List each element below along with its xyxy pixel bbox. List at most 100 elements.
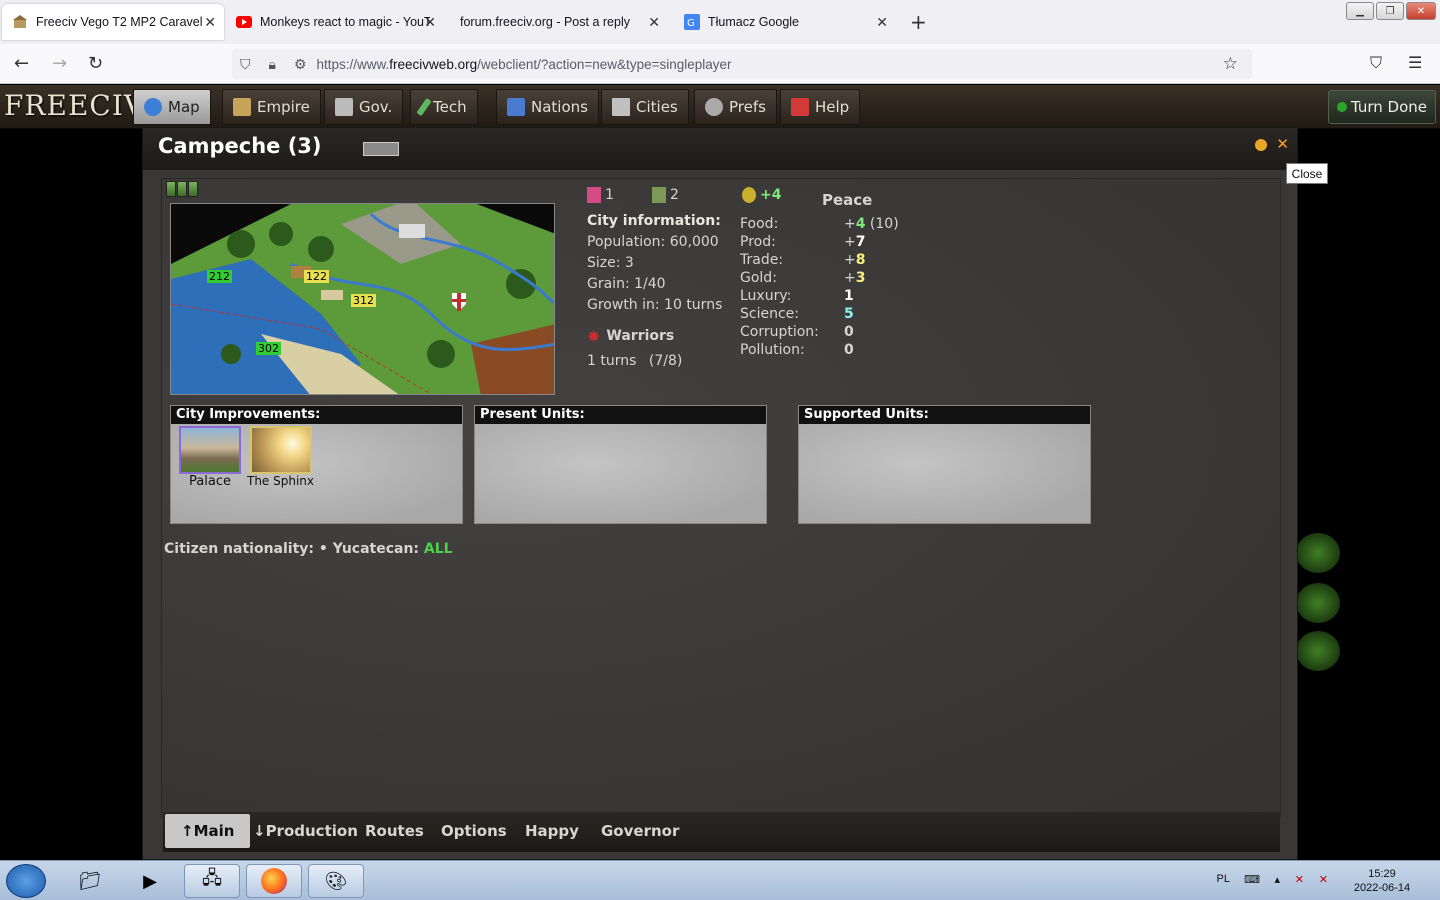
permissions-icon[interactable]: ⚙︎	[294, 56, 307, 73]
city-stats: Food: +4 (10) Prod: +7 Trade: +8 Gold: +3 Luxury…	[740, 215, 904, 359]
volume-muted-icon[interactable]: ✕	[1319, 873, 1328, 886]
new-tab-plus-icon[interactable]: +	[910, 10, 927, 34]
lock-icon[interactable]: 🔒︎	[269, 56, 276, 73]
stat-extra: (10)	[865, 216, 899, 232]
improvement-palace[interactable]: Palace	[179, 426, 241, 489]
supported-units-list	[799, 424, 1090, 523]
close-dialog-button[interactable]: ✕	[1276, 135, 1289, 153]
url-bar[interactable]: ⛉ 🔒︎ ⚙︎ https://www. freecivweb.org/webcl…	[232, 49, 1252, 79]
city-info: City information: Population: 60,000 Siz…	[587, 211, 722, 372]
minimize-dialog-button[interactable]	[1255, 139, 1267, 151]
show-hidden-icons-icon[interactable]: ▴	[1274, 873, 1280, 886]
back-arrow-icon[interactable]: ←	[14, 53, 29, 74]
improvement-sphinx[interactable]: The Sphinx	[247, 426, 314, 488]
menu-tab-label: Cities	[636, 98, 678, 116]
close-tab-icon[interactable]: ✕	[424, 14, 436, 31]
browser-tab-forum[interactable]: forum.freeciv.org - Post a reply ✕	[450, 4, 668, 40]
paint-taskbar-icon[interactable]: 🎨︎	[308, 864, 364, 898]
close-tab-icon[interactable]: ✕	[204, 14, 216, 31]
clock[interactable]: 15:29 2022-06-14	[1350, 867, 1414, 895]
menu-tab-help[interactable]: Help	[780, 89, 861, 125]
nationality-value: ALL	[423, 541, 453, 557]
sphinx-picture-icon	[249, 426, 312, 474]
menu-tab-label: Tech	[433, 98, 467, 116]
explorer-taskbar-icon[interactable]: 📁︎	[62, 864, 118, 898]
stat-row: Prod: +7	[740, 233, 904, 251]
city-map-canvas[interactable]: 212 122 312 302	[170, 203, 555, 395]
citizen-icon[interactable]	[177, 181, 187, 197]
tab-governor[interactable]: Governor	[601, 814, 679, 848]
stat-value: +7	[844, 233, 904, 251]
pocket-icon[interactable]: ⛉	[1370, 53, 1382, 73]
network-error-icon[interactable]: ✕	[1295, 873, 1304, 886]
stat-row: Food: +4 (10)	[740, 215, 904, 233]
globe-icon	[144, 98, 162, 116]
browser-tab-freeciv[interactable]: Freeciv Vego T2 MP2 Caravel ✕	[2, 4, 224, 40]
stat-row: Science: 5	[740, 305, 904, 323]
browser-tab-youtube[interactable]: Monkeys react to magic - YouT ✕	[226, 4, 444, 40]
citizen-nationality: Citizen nationality: • Yucatecan: ALL	[164, 541, 453, 557]
terrain-forest	[1296, 631, 1340, 671]
menu-tab-prefs[interactable]: Prefs	[694, 89, 777, 125]
tab-production[interactable]: ↓Production	[253, 814, 358, 848]
stat-label: Pollution:	[740, 342, 805, 358]
media-player-taskbar-icon[interactable]: ▶	[122, 864, 178, 898]
reload-icon[interactable]: ↻	[88, 53, 103, 74]
stat-label: Gold:	[740, 270, 777, 286]
windows-taskbar: 📁︎ ▶ 🖧 🎨︎ PL ⌨ ▴ ✕ ✕ 15:29 2022-06-14	[0, 860, 1440, 900]
menu-tab-tech[interactable]: Tech	[410, 89, 478, 125]
menu-tab-label: Map	[168, 98, 200, 116]
menu-tab-label: Prefs	[729, 98, 766, 116]
citizen-icon[interactable]	[188, 181, 198, 197]
keyboard-icon[interactable]: ⌨	[1244, 873, 1260, 886]
language-indicator[interactable]: PL	[1217, 873, 1230, 885]
youtube-favicon-icon	[236, 14, 252, 30]
tile-output-label: 312	[351, 294, 376, 307]
stat-sign: +	[844, 252, 856, 268]
city-title: Campeche (3)	[158, 134, 322, 158]
tab-main[interactable]: ↑Main	[165, 814, 251, 848]
tab-options[interactable]: Options	[441, 814, 507, 848]
city-dialog-titlebar[interactable]: Campeche (3) ✕	[143, 128, 1297, 170]
palace-picture-icon	[179, 426, 241, 474]
menu-tab-map[interactable]: Map	[133, 89, 211, 125]
browser-tab-translate[interactable]: G Tłumacz Google ✕	[674, 4, 896, 40]
turn-done-button[interactable]: Turn Done	[1327, 90, 1436, 124]
present-units-header: Present Units:	[475, 406, 766, 424]
tab-happy[interactable]: Happy	[525, 814, 579, 848]
content-citizens-count: 1	[605, 187, 614, 203]
production-unit[interactable]: ✸ Warriors	[587, 326, 722, 347]
shield-icon[interactable]: ⛉	[240, 56, 251, 73]
unhappy-citizens-stat: 2	[652, 187, 679, 203]
start-button[interactable]	[6, 864, 46, 898]
un-icon	[507, 98, 525, 116]
stat-number: 0	[844, 324, 854, 340]
menu-hamburger-icon[interactable]: ☰	[1408, 53, 1422, 72]
url-path: /webclient/?action=new&type=singleplayer	[477, 56, 732, 72]
city-icon	[612, 98, 630, 116]
menu-tab-empire[interactable]: Empire	[222, 89, 321, 125]
wheat-icon	[742, 187, 756, 203]
menu-tab-gov[interactable]: Gov.	[324, 89, 404, 125]
clock-date: 2022-06-14	[1353, 882, 1411, 894]
restore-window-button[interactable]: ❐	[1376, 2, 1404, 20]
network-taskbar-icon[interactable]: 🖧	[184, 864, 240, 898]
tab-title: Freeciv Vego T2 MP2 Caravel	[36, 15, 203, 29]
menu-tab-nations[interactable]: Nations	[496, 89, 599, 125]
bookmark-star-icon[interactable]: ☆	[1223, 54, 1238, 74]
production-progress-value: (7/8)	[648, 353, 683, 369]
url-domain: freecivweb.org	[389, 56, 478, 72]
menu-tab-cities[interactable]: Cities	[601, 89, 689, 125]
firefox-taskbar-icon[interactable]	[246, 864, 302, 898]
close-tab-icon[interactable]: ✕	[648, 14, 660, 31]
tab-routes[interactable]: Routes	[365, 814, 424, 848]
forward-arrow-icon[interactable]: →	[52, 53, 67, 74]
menu-tab-label: Help	[815, 98, 850, 116]
close-window-button[interactable]: ✕	[1406, 2, 1436, 20]
minimize-window-button[interactable]: ▁	[1346, 2, 1374, 20]
stat-number: 7	[855, 234, 866, 250]
close-tab-icon[interactable]: ✕	[876, 14, 888, 31]
grain: Grain: 1/40	[587, 276, 666, 292]
production-turns: 1 turns	[587, 353, 637, 369]
citizen-icon[interactable]	[166, 181, 176, 197]
